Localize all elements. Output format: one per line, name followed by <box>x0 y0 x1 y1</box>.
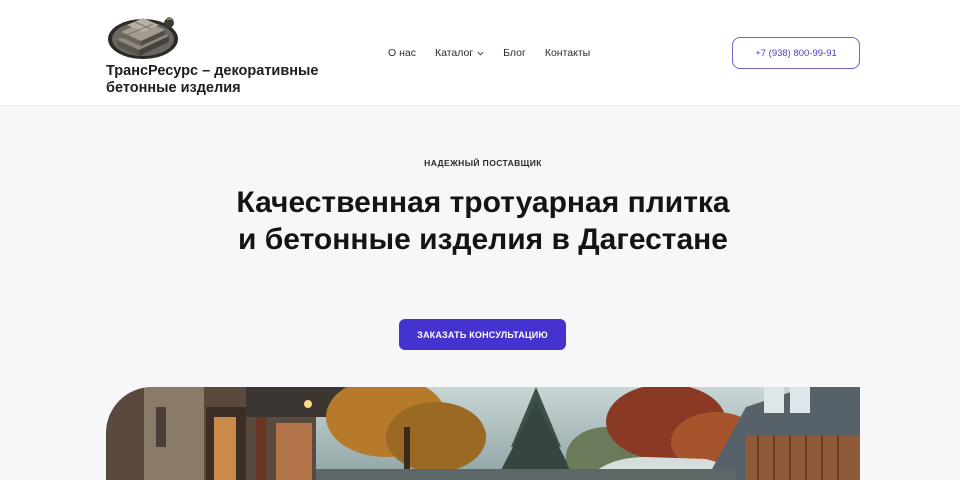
stacked-pavers-logo-icon[interactable] <box>107 10 181 62</box>
site-header: ТрансРесурс – декоративные бетонные изде… <box>0 0 960 106</box>
nav-item-contacts[interactable]: Контакты <box>545 47 590 59</box>
nav-item-about[interactable]: О нас <box>388 47 416 59</box>
hero-image <box>106 387 860 480</box>
nav-item-catalog[interactable]: Каталог <box>435 47 484 59</box>
nav-item-label: Блог <box>503 47 526 59</box>
hero-eyebrow: НАДЕЖНЫЙ ПОСТАВЩИК <box>424 158 542 168</box>
phone-button[interactable]: +7 (938) 800-99-91 <box>732 37 860 69</box>
nav-item-blog[interactable]: Блог <box>503 47 526 59</box>
hero-title: Качественная тротуарная плитка и бетонны… <box>236 186 730 256</box>
chevron-down-icon <box>477 51 484 55</box>
nav-item-label: Каталог <box>434 47 474 59</box>
consultation-button[interactable]: ЗАКАЗАТЬ КОНСУЛЬТАЦИЮ <box>399 319 566 350</box>
main-nav: О нас Каталог Блог Контакты <box>388 46 590 60</box>
nav-item-label: О нас <box>388 47 416 59</box>
nav-item-label: Контакты <box>544 47 591 59</box>
brand-name[interactable]: ТрансРесурс – декоративные бетонные изде… <box>106 63 336 97</box>
